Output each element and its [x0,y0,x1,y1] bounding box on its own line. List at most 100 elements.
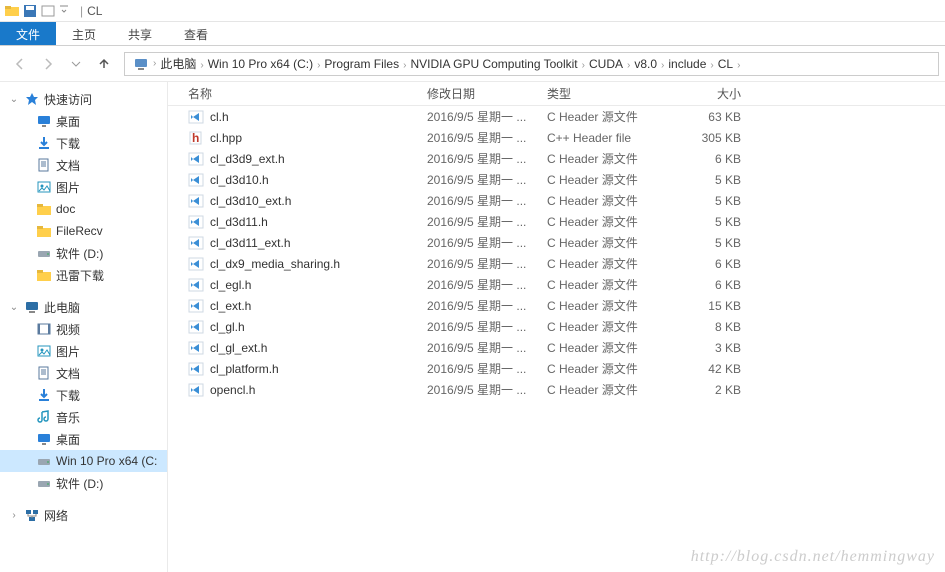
save-icon[interactable] [22,3,38,19]
file-name: cl.hpp [210,131,242,145]
sidebar-item[interactable]: 软件 (D:) [0,242,167,264]
column-date[interactable]: 修改日期 [421,85,541,102]
document-icon [36,365,52,381]
sidebar-item[interactable]: 桌面 [0,110,167,132]
sidebar-item-label: 下载 [56,387,80,404]
breadcrumb-segment[interactable]: Program Files [320,57,403,71]
file-row[interactable]: cl_d3d9_ext.h2016/9/5 星期一 ...C Header 源文… [168,148,945,169]
music-icon [36,409,52,425]
recent-dropdown[interactable] [64,52,88,76]
file-row[interactable]: cl_dx9_media_sharing.h2016/9/5 星期一 ...C … [168,253,945,274]
tab-home[interactable]: 主页 [56,22,112,45]
file-date: 2016/9/5 星期一 ... [427,278,526,292]
file-icon [188,340,204,356]
navigation-pane[interactable]: ⌄ 快速访问 桌面下载文档图片docFileRecv软件 (D:)迅雷下载 ⌄ … [0,82,168,572]
file-name: cl_platform.h [210,362,279,376]
column-name[interactable]: 名称 [168,85,421,102]
breadcrumb-segment[interactable]: CL [714,57,737,71]
star-icon [24,91,40,107]
file-row[interactable]: cl_d3d11.h2016/9/5 星期一 ...C Header 源文件5 … [168,211,945,232]
sidebar-item[interactable]: 下载 [0,132,167,154]
sidebar-item[interactable]: 桌面 [0,428,167,450]
expand-icon[interactable]: ⌄ [8,94,20,105]
file-list-pane[interactable]: 名称 修改日期 类型 大小 cl.h2016/9/5 星期一 ...C Head… [168,82,945,572]
sidebar-item-label: 软件 (D:) [56,475,103,492]
file-type: C Header 源文件 [547,215,638,229]
file-size: 305 KB [702,131,741,145]
sidebar-item[interactable]: 文档 [0,154,167,176]
breadcrumb-segment[interactable]: 此电脑 [156,57,200,71]
sidebar-item-label: 迅雷下载 [56,267,104,284]
file-row[interactable]: cl.h2016/9/5 星期一 ...C Header 源文件63 KB [168,106,945,127]
file-date: 2016/9/5 星期一 ... [427,131,526,145]
drive-icon [36,453,52,469]
file-size: 42 KB [708,362,741,376]
back-button[interactable] [8,52,32,76]
file-row[interactable]: cl_ext.h2016/9/5 星期一 ...C Header 源文件15 K… [168,295,945,316]
file-icon [188,382,204,398]
pc-icon [24,299,40,315]
file-row[interactable]: opencl.h2016/9/5 星期一 ...C Header 源文件2 KB [168,379,945,400]
breadcrumb-segment[interactable]: v8.0 [630,57,661,71]
network[interactable]: › 网络 [0,504,167,526]
file-row[interactable]: cl_platform.h2016/9/5 星期一 ...C Header 源文… [168,358,945,379]
sidebar-item[interactable]: 迅雷下载 [0,264,167,286]
window-title: CL [87,4,102,18]
file-row[interactable]: cl_egl.h2016/9/5 星期一 ...C Header 源文件6 KB [168,274,945,295]
up-button[interactable] [92,52,116,76]
file-size: 5 KB [715,236,741,250]
file-icon [188,235,204,251]
file-name: cl_gl.h [210,320,245,334]
document-icon [36,157,52,173]
forward-button[interactable] [36,52,60,76]
sidebar-item[interactable]: 音乐 [0,406,167,428]
file-type: C++ Header file [547,131,631,145]
this-pc[interactable]: ⌄ 此电脑 [0,296,167,318]
props-icon[interactable] [40,3,56,19]
column-type[interactable]: 类型 [541,85,661,102]
main-area: ⌄ 快速访问 桌面下载文档图片docFileRecv软件 (D:)迅雷下载 ⌄ … [0,82,945,572]
column-headers: 名称 修改日期 类型 大小 [168,82,945,106]
file-row[interactable]: cl_d3d11_ext.h2016/9/5 星期一 ...C Header 源… [168,232,945,253]
breadcrumb-segment[interactable]: include [664,57,710,71]
file-row[interactable]: hcl.hpp2016/9/5 星期一 ...C++ Header file30… [168,127,945,148]
sidebar-item[interactable]: 文档 [0,362,167,384]
expand-icon[interactable]: ⌄ [8,302,20,313]
file-size: 6 KB [715,152,741,166]
expand-icon[interactable]: › [8,510,20,521]
file-icon [188,319,204,335]
quick-access[interactable]: ⌄ 快速访问 [0,88,167,110]
sidebar-item[interactable]: doc [0,198,167,220]
tab-view[interactable]: 查看 [168,22,224,45]
column-size[interactable]: 大小 [661,85,747,102]
file-name: cl_d3d10.h [210,173,269,187]
breadcrumb-segment[interactable]: CUDA [585,57,627,71]
file-type: C Header 源文件 [547,194,638,208]
sidebar-item[interactable]: 图片 [0,340,167,362]
sidebar-item[interactable]: Win 10 Pro x64 (C: [0,450,167,472]
file-type: C Header 源文件 [547,152,638,166]
file-name: cl_d3d10_ext.h [210,194,291,208]
file-row[interactable]: cl_gl.h2016/9/5 星期一 ...C Header 源文件8 KB [168,316,945,337]
tab-share[interactable]: 共享 [112,22,168,45]
file-row[interactable]: cl_d3d10.h2016/9/5 星期一 ...C Header 源文件5 … [168,169,945,190]
file-icon [188,256,204,272]
breadcrumb-segment[interactable]: Win 10 Pro x64 (C:) [204,57,317,71]
sidebar-item[interactable]: 下载 [0,384,167,406]
qat-dropdown-icon[interactable] [58,3,74,19]
file-size: 8 KB [715,320,741,334]
breadcrumb-segment[interactable]: NVIDIA GPU Computing Toolkit [406,57,581,71]
chevron-right-icon[interactable]: › [737,60,740,71]
sidebar-item[interactable]: 图片 [0,176,167,198]
sidebar-item[interactable]: 软件 (D:) [0,472,167,494]
file-name: cl.h [210,110,229,124]
file-date: 2016/9/5 星期一 ... [427,194,526,208]
sidebar-item[interactable]: FileRecv [0,220,167,242]
breadcrumb[interactable]: › 此电脑›Win 10 Pro x64 (C:)›Program Files›… [124,52,939,76]
title-separator: | [80,4,83,18]
sidebar-item-label: 图片 [56,343,80,360]
file-row[interactable]: cl_d3d10_ext.h 2016/9/5 星期一 ... C Header 源… [168,190,945,211]
sidebar-item[interactable]: 视频 [0,318,167,340]
file-row[interactable]: cl_gl_ext.h2016/9/5 星期一 ...C Header 源文件3… [168,337,945,358]
tab-file[interactable]: 文件 [0,22,56,45]
